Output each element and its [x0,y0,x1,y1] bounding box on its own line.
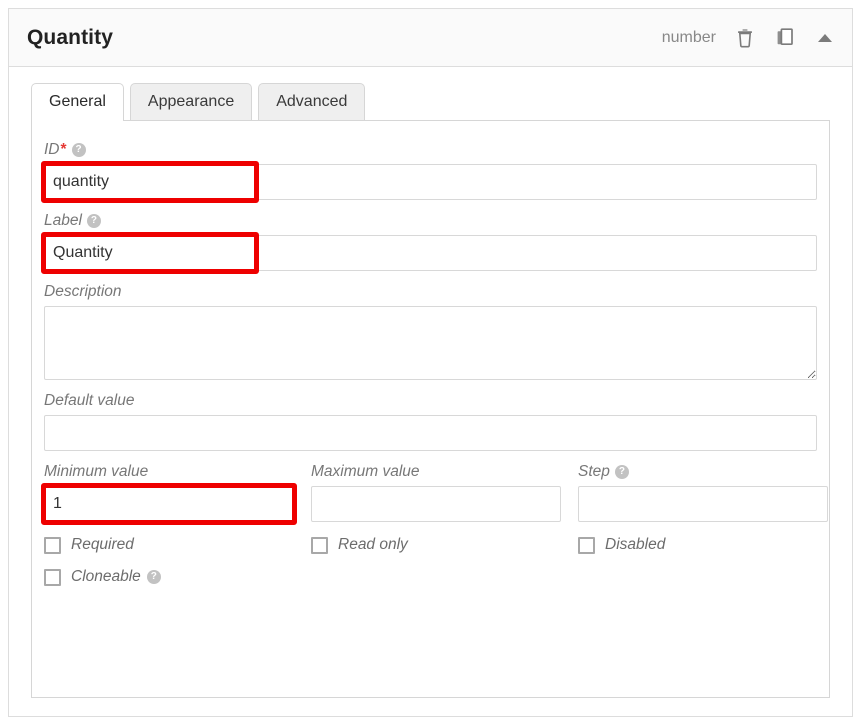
help-icon[interactable]: ? [86,214,101,228]
duplicate-icon[interactable] [774,27,796,49]
step-field-label: Step ? [578,463,828,481]
help-icon[interactable]: ? [71,143,86,157]
step-input[interactable] [578,486,828,522]
label-input-wrap [41,232,817,274]
panel-header-actions: number [662,27,836,49]
field-group-minimum-value: Minimum value [41,463,297,525]
default-value-field-label: Default value [44,392,817,410]
id-field-label: ID * ? [44,141,817,159]
flags-row-2: Cloneable ? [44,568,817,586]
description-field-label: Description [44,283,817,301]
checkbox-box[interactable] [311,536,328,554]
field-settings-panel: Quantity number General Appearance Advan… [8,8,853,717]
help-icon[interactable]: ? [614,465,629,479]
tab-advanced-label: Advanced [276,93,348,110]
minimum-value-input-wrap [41,483,297,525]
tab-general-label: General [49,93,106,110]
tab-advanced[interactable]: Advanced [258,83,366,120]
help-icon[interactable]: ? [146,570,161,584]
checkbox-cloneable-text: Cloneable [71,568,141,585]
panel-header: Quantity number [9,9,852,67]
field-group-default-value: Default value [44,392,817,451]
field-group-id: ID * ? [41,141,817,203]
delete-icon[interactable] [734,27,756,49]
checkbox-cloneable-label: Cloneable ? [71,568,161,586]
checkbox-disabled-label: Disabled [605,536,666,553]
field-type-label: number [661,28,716,46]
tab-general[interactable]: General [31,83,124,121]
panel-title: Quantity [27,25,113,49]
label-field-label: Label ? [44,212,817,230]
minimum-value-field-label: Minimum value [44,463,294,481]
field-group-step: Step ? [578,463,828,522]
checkbox-required-label: Required [71,536,134,553]
field-group-description: Description [44,283,817,380]
tab-panel-general: ID* ? Label ? Description [31,120,830,698]
tab-appearance[interactable]: Appearance [129,83,253,120]
minimum-value-label-text: Minimum value [44,463,149,480]
checkbox-box[interactable] [44,568,61,586]
maximum-value-input[interactable] [311,486,561,522]
checkbox-cloneable[interactable]: Cloneable ? [44,568,294,586]
required-asterisk: * [60,141,67,158]
collapse-icon[interactable] [814,27,836,49]
checkbox-read-only[interactable]: Read only [311,536,561,554]
id-input-wrap [41,161,817,203]
field-group-maximum-value: Maximum value [311,463,561,522]
default-value-input[interactable] [44,415,817,451]
step-label-text: Step [578,463,610,480]
description-textarea[interactable] [44,306,817,380]
maximum-value-field-label: Maximum value [311,463,561,481]
default-value-label-text: Default value [44,392,135,409]
description-label-text: Description [44,283,122,300]
checkbox-read-only-label: Read only [338,536,408,553]
id-input[interactable] [44,164,817,200]
minimum-value-input[interactable] [44,486,294,522]
label-input[interactable] [44,235,817,271]
settings-tabs: General Appearance Advanced [31,83,852,121]
tab-appearance-label: Appearance [147,93,235,110]
checkbox-box[interactable] [578,536,595,554]
label-label-text: Label [44,212,82,229]
numeric-constraints-row: Minimum value Maximum value Step ? [41,463,828,525]
field-group-label: Label ? [41,212,817,274]
checkbox-required[interactable]: Required [44,536,294,554]
id-label-text: ID [44,141,60,158]
checkbox-box[interactable] [44,536,61,554]
maximum-value-label-text: Maximum value [311,463,420,480]
flags-row-1: Required Read only Disabled [44,536,817,554]
checkbox-disabled[interactable]: Disabled [578,536,828,554]
